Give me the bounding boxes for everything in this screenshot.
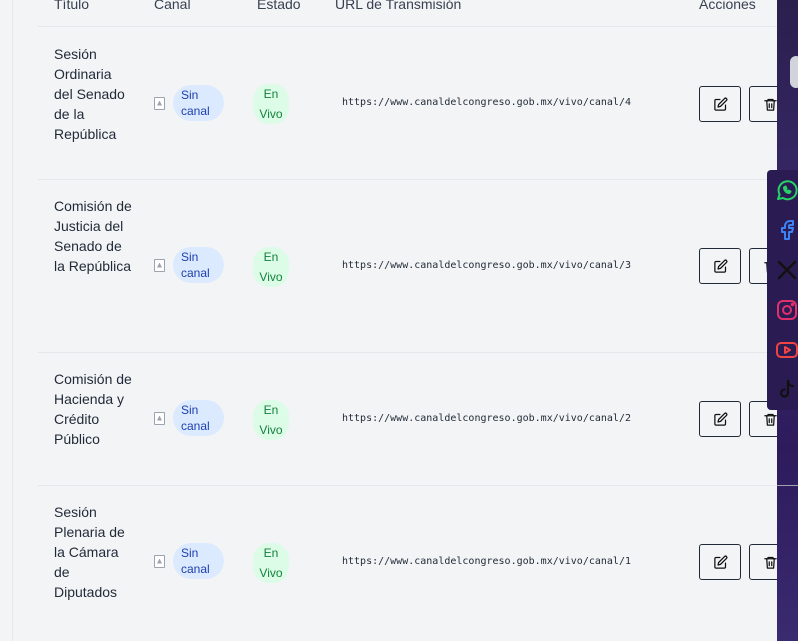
trash-icon bbox=[763, 413, 777, 426]
edit-icon bbox=[713, 555, 727, 569]
table-row: Sesión Ordinaria del Senado de la Repúbl… bbox=[38, 27, 798, 180]
status-badge: En Vivo bbox=[253, 247, 289, 287]
edit-icon bbox=[713, 412, 727, 426]
row-title: Comisión de Justicia del Senado de la Re… bbox=[54, 198, 132, 274]
status-badge: En Vivo bbox=[253, 84, 289, 124]
youtube-icon[interactable] bbox=[775, 338, 798, 362]
canal-badge: Sin canal bbox=[173, 400, 224, 436]
table-row: Sesión Plenaria de la Cámara de Diputado… bbox=[38, 486, 798, 641]
broken-image-icon bbox=[154, 554, 165, 568]
broken-image-icon bbox=[154, 96, 165, 110]
row-url: https://www.canaldelcongreso.gob.mx/vivo… bbox=[342, 413, 631, 424]
header-estado: Estado bbox=[257, 0, 301, 12]
header-title: Título bbox=[54, 0, 90, 12]
table-row: Comisión de Hacienda y Crédito Público S… bbox=[38, 353, 798, 486]
header-url: URL de Transmisión bbox=[335, 0, 462, 12]
edit-button[interactable] bbox=[699, 544, 741, 580]
whatsapp-icon[interactable] bbox=[775, 178, 798, 202]
canal-badge: Sin canal bbox=[173, 85, 224, 121]
header-canal: Canal bbox=[154, 0, 191, 12]
scroll-handle[interactable] bbox=[790, 56, 798, 88]
canal-badge: Sin canal bbox=[173, 543, 224, 579]
tiktok-icon[interactable] bbox=[775, 378, 798, 402]
status-badge: En Vivo bbox=[253, 400, 289, 440]
table-header: Título Canal Estado URL de Transmisión A… bbox=[38, 0, 798, 27]
row-canal: Sin canal bbox=[154, 85, 224, 121]
broken-image-icon bbox=[154, 411, 165, 425]
header-acciones: Acciones bbox=[699, 0, 756, 12]
canal-badge: Sin canal bbox=[173, 247, 224, 283]
facebook-icon[interactable] bbox=[775, 218, 798, 242]
x-icon[interactable] bbox=[775, 258, 798, 282]
row-url: https://www.canaldelcongreso.gob.mx/vivo… bbox=[342, 260, 631, 271]
row-url: https://www.canaldelcongreso.gob.mx/vivo… bbox=[342, 97, 631, 108]
row-title: Sesión Plenaria de la Cámara de Diputado… bbox=[54, 504, 125, 600]
page-left-border bbox=[12, 0, 13, 641]
edit-icon bbox=[713, 97, 727, 111]
row-url: https://www.canaldelcongreso.gob.mx/vivo… bbox=[342, 556, 631, 567]
row-canal: Sin canal bbox=[154, 543, 224, 579]
status-badge: En Vivo bbox=[253, 543, 289, 583]
table-row: Comisión de Justicia del Senado de la Re… bbox=[38, 180, 798, 353]
social-bar bbox=[767, 170, 798, 410]
edit-button[interactable] bbox=[699, 248, 741, 284]
trash-icon bbox=[763, 556, 777, 569]
transmissions-table: Título Canal Estado URL de Transmisión A… bbox=[38, 0, 798, 641]
strip-divider bbox=[777, 485, 798, 486]
trash-icon bbox=[763, 98, 777, 111]
row-canal: Sin canal bbox=[154, 247, 224, 283]
edit-button[interactable] bbox=[699, 86, 741, 122]
row-title: Comisión de Hacienda y Crédito Público bbox=[54, 371, 132, 447]
row-title: Sesión Ordinaria del Senado de la Repúbl… bbox=[54, 46, 125, 142]
broken-image-icon bbox=[154, 258, 165, 272]
instagram-icon[interactable] bbox=[775, 298, 798, 322]
edit-button[interactable] bbox=[699, 401, 741, 437]
edit-icon bbox=[713, 259, 727, 273]
row-canal: Sin canal bbox=[154, 400, 224, 436]
